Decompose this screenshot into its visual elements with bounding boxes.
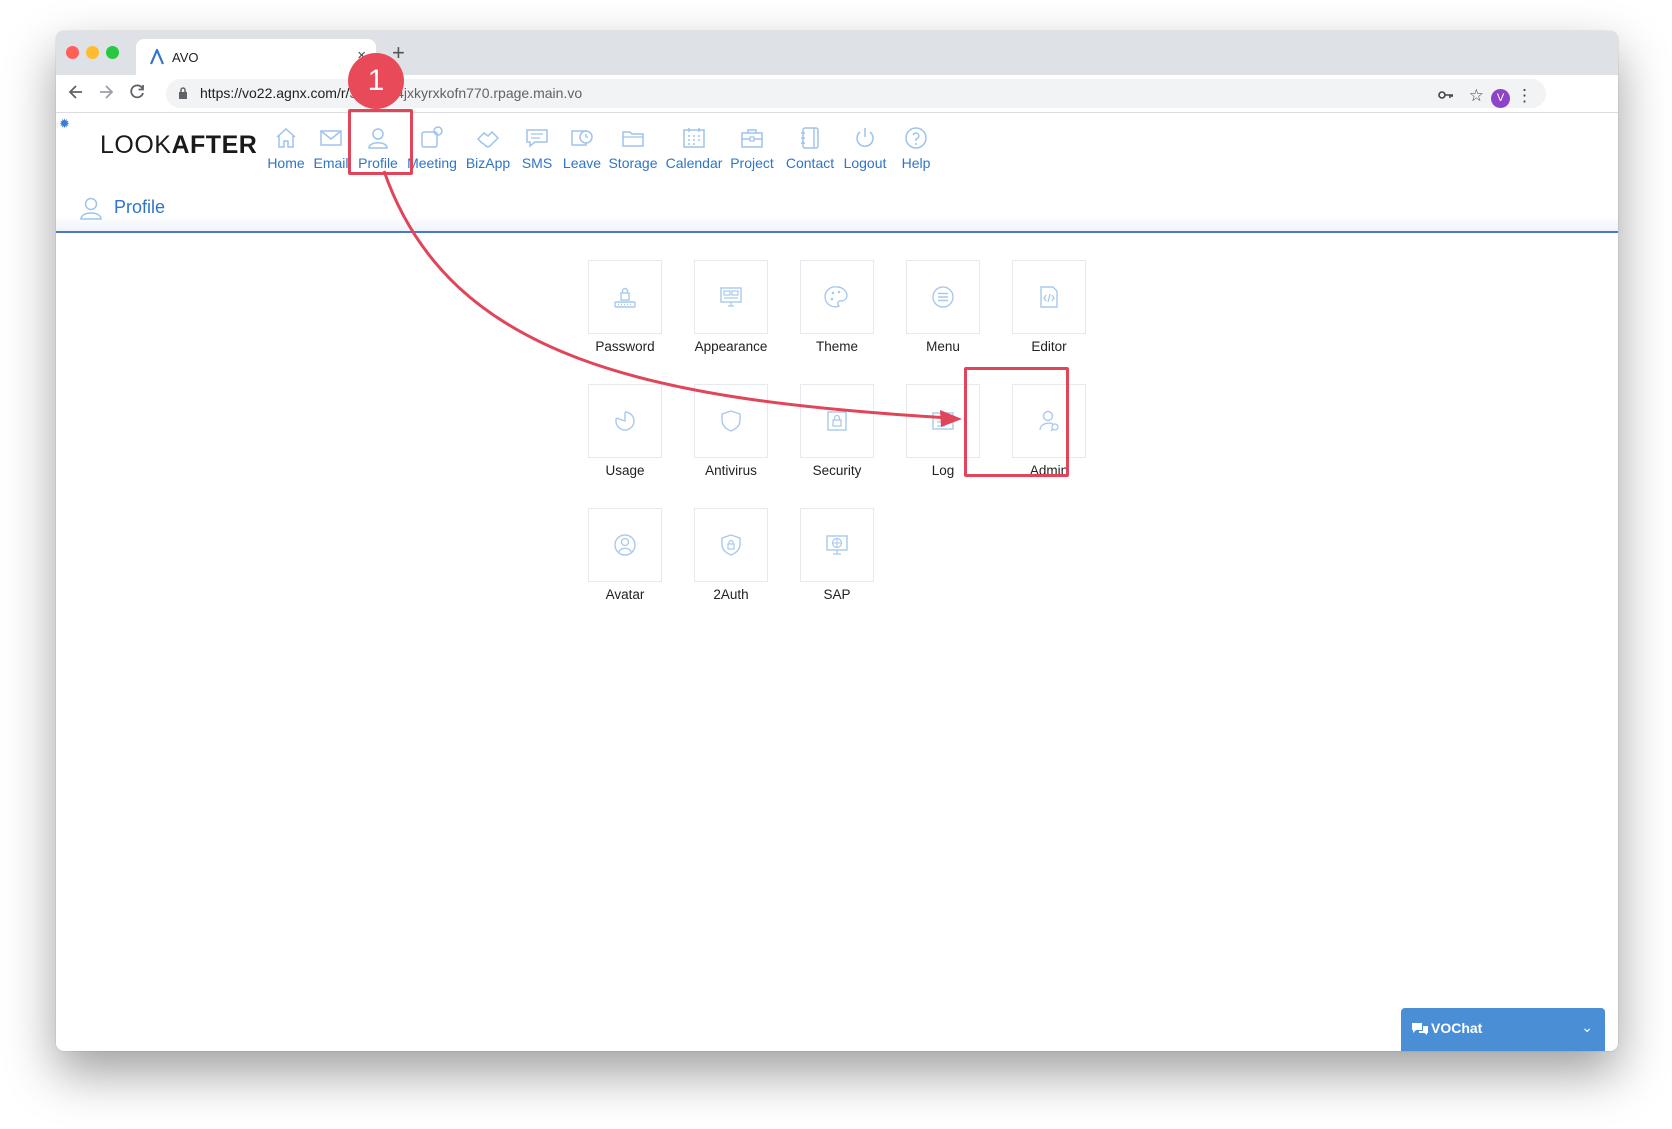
arrow-head <box>940 410 962 427</box>
arrow-line <box>382 170 951 420</box>
annotation-arrow <box>382 170 962 427</box>
